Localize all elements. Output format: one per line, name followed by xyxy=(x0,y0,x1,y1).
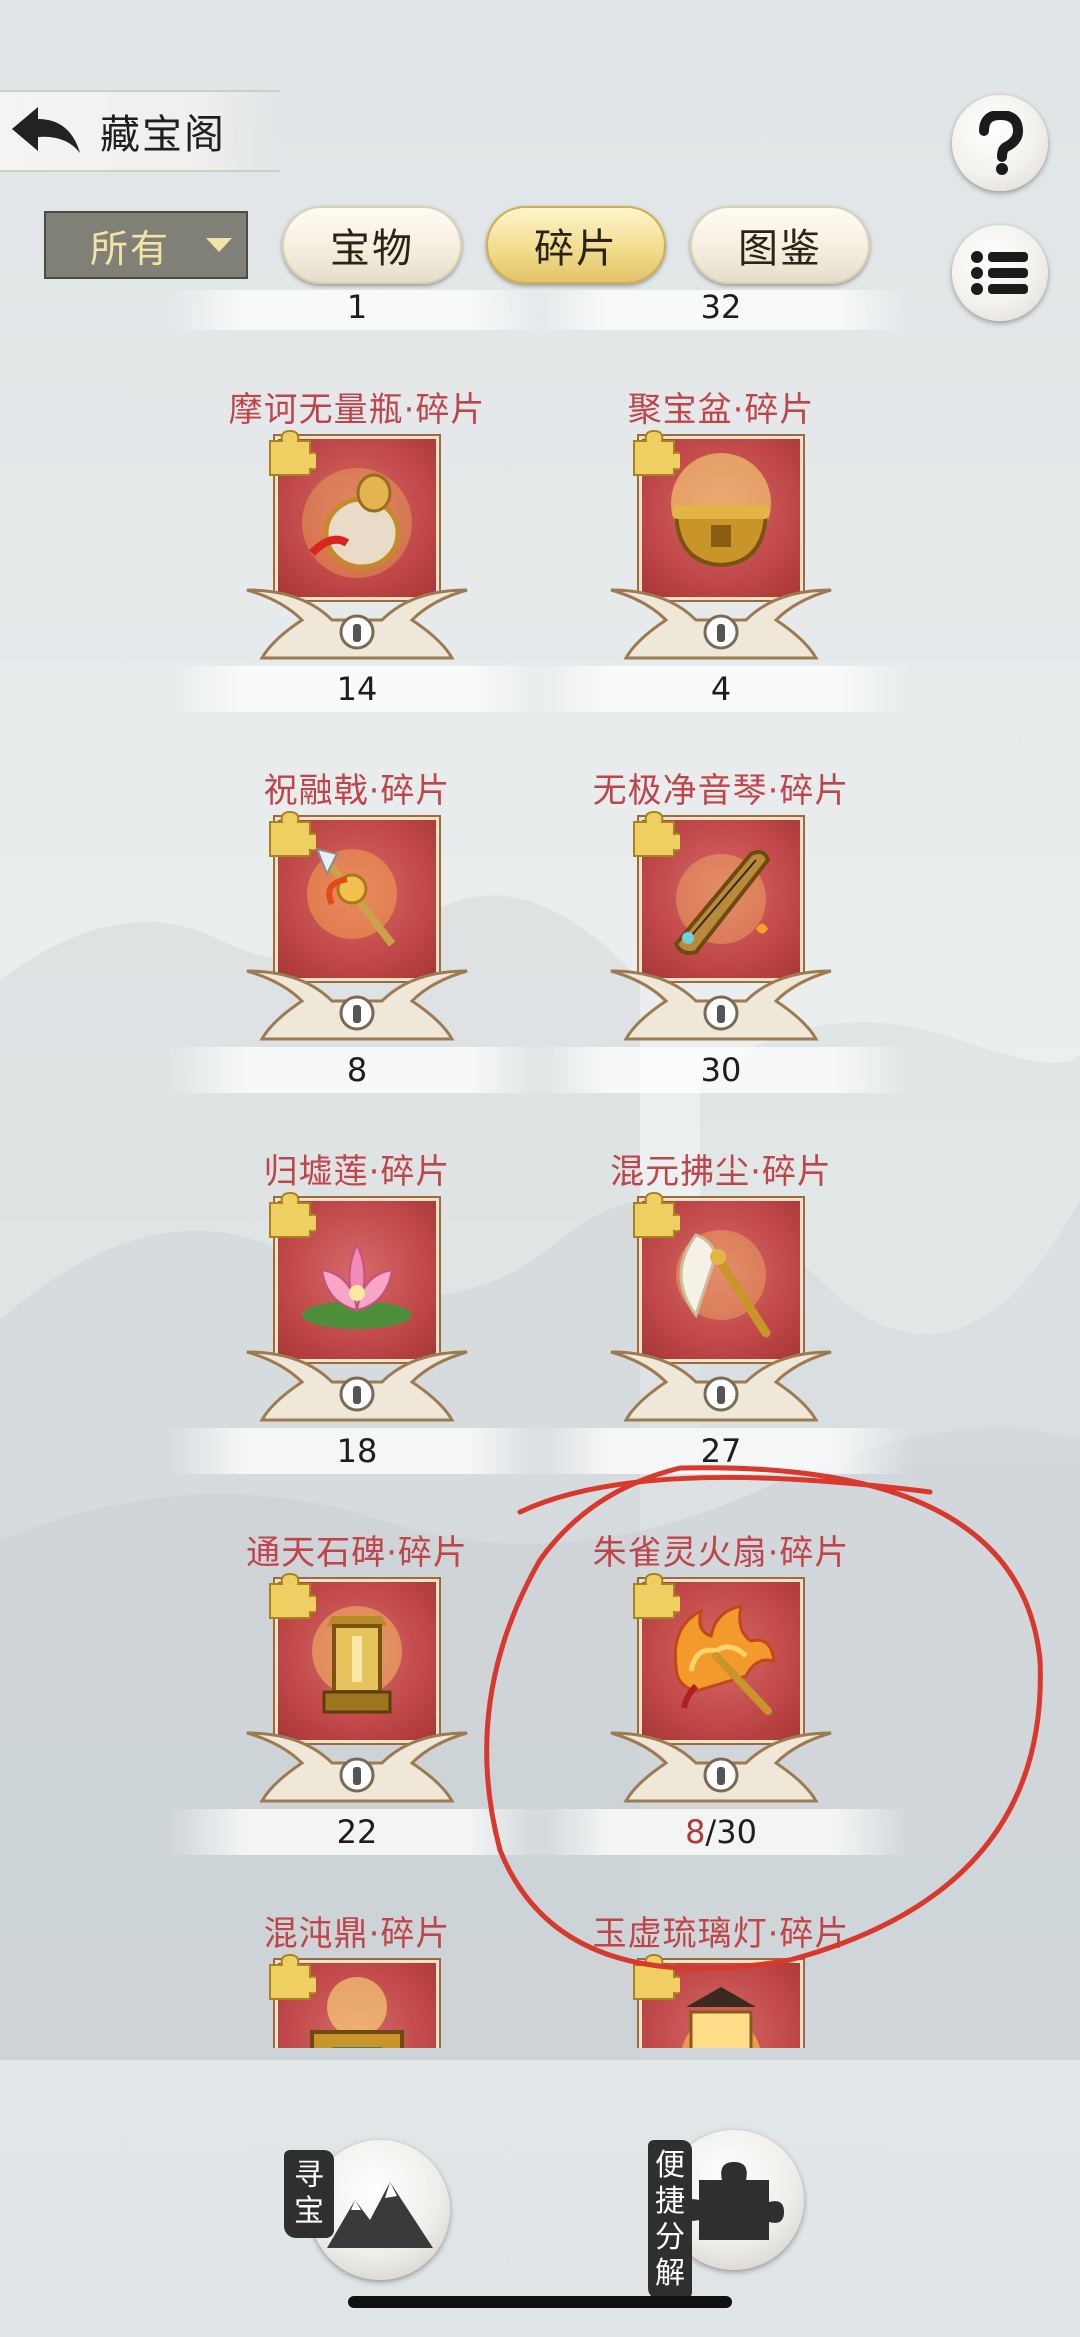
back-button[interactable] xyxy=(0,92,92,170)
puzzle-piece-icon xyxy=(269,1572,316,1619)
item-card[interactable] xyxy=(633,1572,805,1745)
back-arrow-icon xyxy=(12,107,80,153)
puzzle-piece-icon xyxy=(269,1953,316,2000)
puzzle-piece-icon xyxy=(633,429,680,476)
filter-dropdown[interactable]: 所有 xyxy=(44,211,248,279)
item-count: 32 xyxy=(531,290,911,330)
count-need: /30 xyxy=(705,1813,757,1851)
puzzle-piece-icon xyxy=(633,1572,680,1619)
tab-treasures[interactable]: 宝物 xyxy=(282,206,462,284)
item-name: 祝融戟·碎片 xyxy=(263,771,451,811)
item-count: 27 xyxy=(531,1428,911,1474)
item-count: 18 xyxy=(167,1428,547,1474)
puzzle-piece-icon xyxy=(269,1191,316,1238)
item-name: 摩诃无量瓶·碎片 xyxy=(228,390,486,430)
item-name: 朱雀灵火扇·碎片 xyxy=(592,1533,850,1573)
help-button[interactable] xyxy=(952,95,1048,191)
treasure-hunt-label: 寻宝 xyxy=(284,2150,334,2238)
pedestal-decoration xyxy=(610,1731,832,1803)
item-card[interactable] xyxy=(633,429,805,602)
puzzle-piece-icon xyxy=(633,1191,680,1238)
pedestal-decoration xyxy=(246,588,468,660)
home-indicator[interactable] xyxy=(348,2296,732,2308)
item-count: 14 xyxy=(167,666,547,712)
pedestal-decoration xyxy=(610,1350,832,1422)
pedestal-decoration xyxy=(246,1350,468,1422)
mountain-icon xyxy=(327,2182,433,2248)
item-count: 4 xyxy=(531,666,911,712)
item-name: 通天石碑·碎片 xyxy=(246,1533,468,1573)
pedestal-decoration xyxy=(246,1731,468,1803)
item-card[interactable] xyxy=(269,1953,441,2048)
item-card[interactable] xyxy=(633,1953,805,2048)
item-count-progress: 8/30 xyxy=(531,1809,911,1855)
item-card[interactable] xyxy=(269,1191,441,1364)
tab-fragments[interactable]: 碎片 xyxy=(486,206,666,284)
item-name: 混沌鼎·碎片 xyxy=(263,1914,451,1954)
puzzle-piece-icon xyxy=(633,1953,680,2000)
item-card[interactable] xyxy=(633,1191,805,1364)
item-count: 30 xyxy=(531,1047,911,1093)
item-name: 无极净音琴·碎片 xyxy=(592,771,850,811)
item-card[interactable] xyxy=(269,810,441,983)
item-name: 混元拂尘·碎片 xyxy=(610,1152,832,1192)
header-bar: 藏宝阁 xyxy=(0,90,280,172)
puzzle-piece-icon xyxy=(633,810,680,857)
item-name: 聚宝盆·碎片 xyxy=(627,390,815,430)
fragment-grid[interactable]: 1 32 摩诃无量瓶·碎片 聚宝盆·碎片 14 4 祝融戟·碎片 无极净音琴·碎… xyxy=(0,290,1080,2048)
item-count: 22 xyxy=(167,1809,547,1855)
item-card[interactable] xyxy=(633,810,805,983)
puzzle-piece-icon xyxy=(269,429,316,476)
item-name: 玉虚琉璃灯·碎片 xyxy=(592,1914,850,1954)
item-count: 8 xyxy=(167,1047,547,1093)
question-mark-icon xyxy=(979,111,1024,175)
puzzle-piece-icon xyxy=(269,810,316,857)
chevron-down-icon xyxy=(206,238,232,252)
puzzle-piece-icon xyxy=(684,2162,784,2240)
item-card[interactable] xyxy=(269,429,441,602)
filter-selected-label: 所有 xyxy=(90,226,171,271)
pedestal-decoration xyxy=(610,588,832,660)
item-name: 归墟莲·碎片 xyxy=(263,1152,451,1192)
pedestal-decoration xyxy=(610,969,832,1041)
item-count: 1 xyxy=(167,290,547,330)
item-card[interactable] xyxy=(269,1572,441,1745)
pedestal-decoration xyxy=(246,969,468,1041)
quick-decompose-label: 便捷分解 xyxy=(648,2140,692,2300)
tab-codex[interactable]: 图鉴 xyxy=(690,206,870,284)
count-have: 8 xyxy=(685,1813,706,1851)
page-title: 藏宝阁 xyxy=(100,112,226,158)
